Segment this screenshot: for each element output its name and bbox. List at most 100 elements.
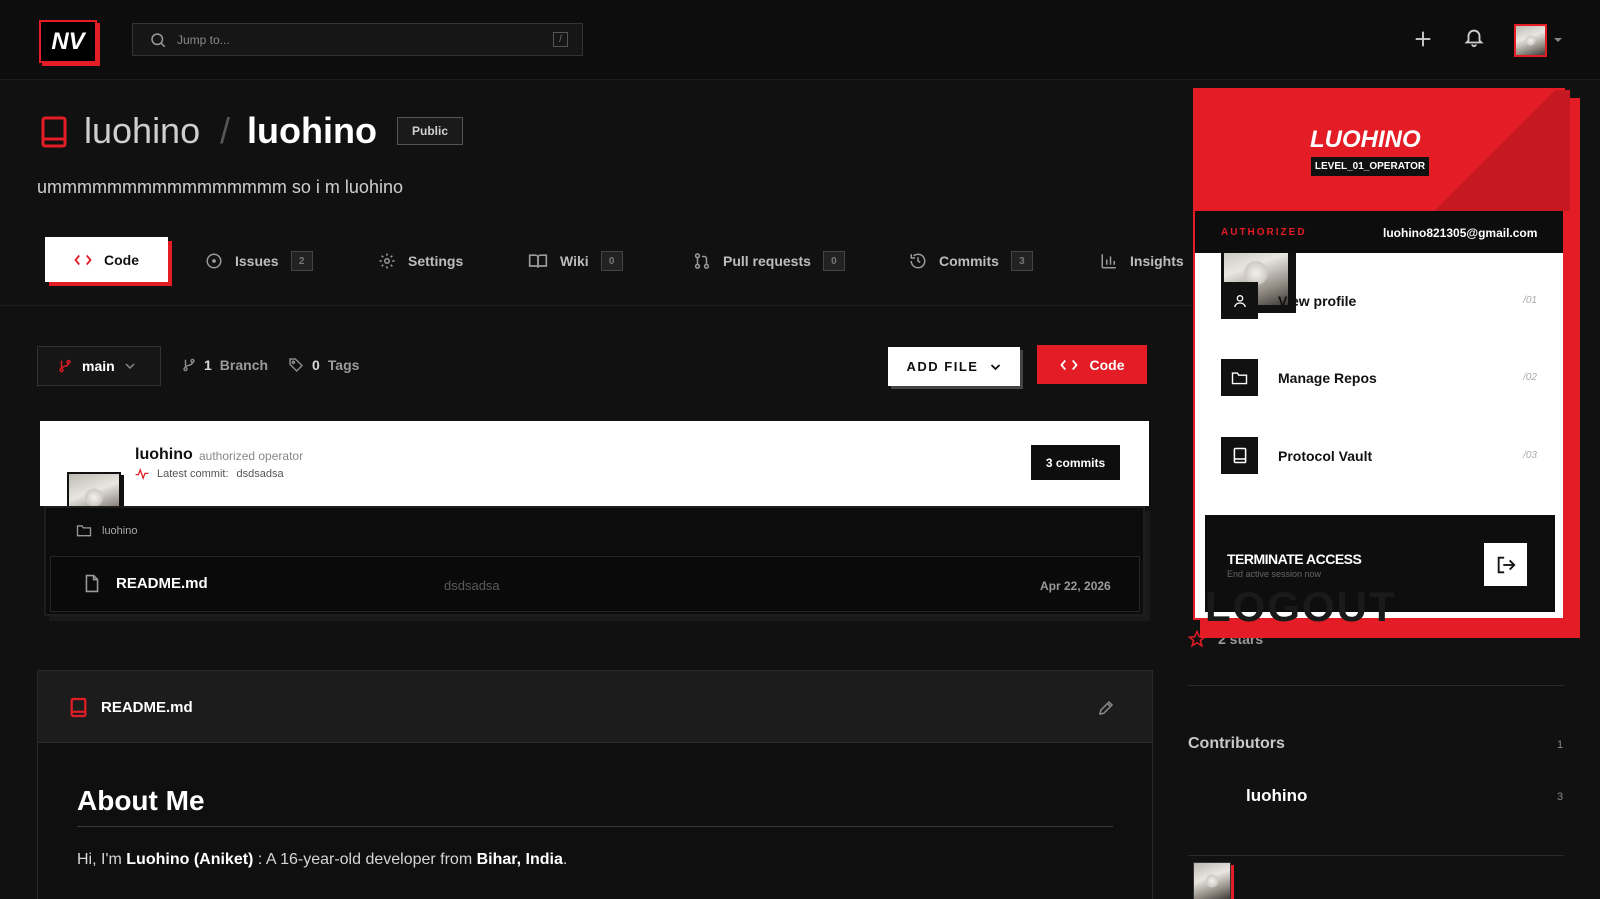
readme-intro: Hi, I'm Luohino (Aniket) : A 16-year-old…	[77, 851, 567, 869]
menu-item-label: Manage Repos	[1278, 369, 1377, 386]
intro-suffix: .	[562, 851, 568, 868]
tab-label: Issues	[235, 253, 279, 269]
tab-label: Pull requests	[723, 253, 811, 269]
tag-count: 0	[312, 357, 320, 373]
tags-link[interactable]: 0 Tags	[288, 357, 359, 373]
file-commit-message[interactable]: dsdsadsa	[444, 578, 500, 593]
commit-author[interactable]: luohino	[135, 446, 193, 464]
intro-name: Luohino (Aniket)	[126, 851, 254, 868]
readme-heading: About Me	[77, 785, 205, 816]
user-avatar-button[interactable]	[1514, 24, 1547, 57]
search-input[interactable]: Jump to... /	[132, 23, 583, 56]
folder-icon	[1221, 359, 1258, 396]
bell-icon[interactable]	[1463, 25, 1485, 49]
pulse-icon	[135, 468, 149, 480]
profile-name: LUOHINO	[1310, 126, 1421, 153]
profile-level-badge: LEVEL_01_OPERATOR	[1311, 157, 1429, 176]
search-icon	[149, 31, 167, 49]
latest-commit-panel	[40, 421, 1149, 506]
tag-icon	[288, 357, 304, 373]
branch-icon	[182, 357, 196, 373]
intro-mid: : A 16-year-old developer from	[253, 851, 477, 868]
intro-place: Bihar, India	[476, 851, 563, 868]
readme-filename: README.md	[101, 699, 193, 716]
pencil-icon[interactable]	[1097, 699, 1115, 717]
commits-count-button[interactable]: 3 commits	[1031, 445, 1120, 480]
file-icon	[84, 574, 100, 593]
logout-button[interactable]	[1484, 543, 1527, 586]
sidebar-divider	[1188, 685, 1564, 686]
add-file-label: ADD FILE	[906, 359, 979, 374]
tab-label: Code	[104, 251, 139, 268]
file-name[interactable]: README.md	[116, 575, 208, 592]
terminate-ghost-text: LOGOUT	[1205, 583, 1397, 630]
tab-label: Insights	[1130, 253, 1184, 269]
add-file-button[interactable]: ADD FILE	[888, 347, 1020, 386]
code-dropdown-button[interactable]: Code	[1037, 345, 1147, 384]
branch-label: Branch	[219, 357, 269, 373]
vault-icon	[1221, 437, 1258, 474]
branch-icon	[58, 358, 72, 374]
latest-commit-message[interactable]: dsdsadsa	[237, 468, 284, 480]
chevron-down-icon[interactable]	[1553, 35, 1563, 45]
code-button-label: Code	[1089, 356, 1125, 373]
menu-item-view-profile[interactable]: View profile /01	[1221, 282, 1537, 319]
tab-count: 0	[600, 251, 623, 271]
menu-item-label: View profile	[1278, 292, 1357, 309]
file-date: Apr 22, 2026	[1040, 579, 1111, 593]
visibility-badge: Public	[397, 117, 463, 145]
contributor-name[interactable]: luohino	[1246, 786, 1307, 806]
contributors-title: Contributors	[1188, 735, 1285, 752]
contributor-commit-count: 3	[1557, 791, 1564, 803]
tag-label: Tags	[327, 357, 360, 373]
table-row[interactable]	[50, 556, 1140, 612]
commit-author-role: authorized operator	[199, 449, 304, 463]
contributors-count: 1	[1557, 739, 1564, 751]
avatar[interactable]	[1193, 862, 1231, 899]
issue-icon	[205, 252, 223, 270]
chevron-down-icon	[990, 363, 1001, 371]
code-icon	[74, 253, 92, 267]
tab-code[interactable]: Code	[45, 237, 168, 282]
gear-icon	[378, 252, 396, 270]
tab-pull-requests[interactable]: Pull requests 0	[693, 247, 845, 275]
menu-item-number: /01	[1523, 295, 1537, 306]
sidebar-divider	[1188, 855, 1564, 856]
tab-commits[interactable]: Commits 3	[909, 247, 1033, 275]
menu-item-manage-repos[interactable]: Manage Repos /02	[1221, 359, 1537, 396]
branches-link[interactable]: 1 Branch	[182, 357, 268, 373]
tab-settings[interactable]: Settings	[378, 247, 463, 275]
tab-label: Commits	[939, 253, 999, 269]
branch-selector[interactable]: main	[37, 346, 161, 386]
menu-item-protocol-vault[interactable]: Protocol Vault /03	[1221, 437, 1537, 474]
readme-header	[38, 671, 1152, 743]
logout-icon	[1495, 554, 1517, 576]
search-shortcut: /	[553, 32, 568, 47]
folder-name: luohino	[102, 524, 138, 537]
repo-name-link[interactable]: luohino	[247, 110, 377, 152]
tab-insights[interactable]: Insights	[1100, 247, 1184, 275]
repo-description: ummmmmmmmmmmmmmmm so i m luohino	[37, 177, 403, 197]
tab-wiki[interactable]: Wiki 0	[528, 247, 623, 275]
intro-prefix: Hi, I'm	[77, 851, 127, 868]
folder-row[interactable]: luohino	[76, 524, 137, 537]
plus-icon[interactable]	[1412, 28, 1434, 50]
code-icon	[1059, 358, 1078, 372]
pull-request-icon	[693, 251, 711, 271]
book-icon	[528, 252, 548, 270]
repo-owner-link[interactable]: luohino	[84, 110, 200, 152]
menu-item-number: /03	[1523, 450, 1537, 461]
book-icon	[70, 697, 87, 718]
header-stripe	[1430, 90, 1570, 211]
logo[interactable]: NV	[39, 20, 97, 63]
user-icon	[1221, 282, 1258, 319]
menu-item-number: /02	[1523, 372, 1537, 383]
heading-divider	[77, 826, 1113, 827]
profile-email: luohino821305@gmail.com	[1383, 226, 1538, 240]
terminate-subtitle: End active session now	[1227, 569, 1322, 579]
repo-separator: /	[220, 110, 231, 151]
graph-icon	[1100, 252, 1118, 270]
branch-count: 1	[204, 357, 212, 373]
tab-issues[interactable]: Issues 2	[205, 247, 313, 275]
terminate-title: TERMINATE ACCESS	[1227, 551, 1362, 567]
